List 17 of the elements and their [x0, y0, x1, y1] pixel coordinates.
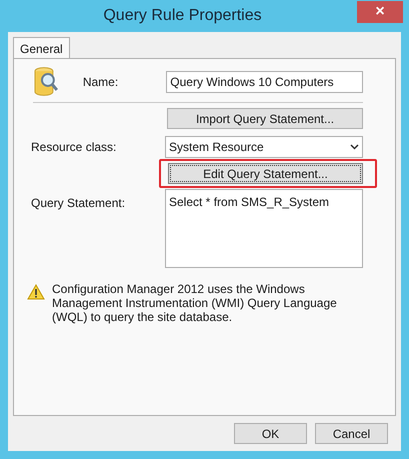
name-label: Name: [82, 74, 120, 91]
close-button[interactable]: × [357, 1, 403, 23]
chevron-down-icon [350, 144, 359, 150]
tab[interactable]: General [13, 37, 70, 59]
resource-class-dropdown[interactable]: System Resource [165, 136, 363, 158]
info-message: Configuration Manager 2012 uses the Windows Management Instrumentation (WMI) Query Language (WQL) to query the site database. [52, 282, 338, 324]
warning-icon [27, 284, 45, 300]
resource-class-label: Resource class: [31, 139, 118, 156]
database-search-icon [33, 66, 59, 98]
query-statement-box[interactable]: Select * from SMS_R_System [165, 189, 363, 268]
window-title: Query Rule Properties [102, 6, 263, 26]
name-field[interactable]: Query Windows 10 Computers [166, 71, 363, 93]
cancel-button[interactable]: Cancel [315, 423, 388, 444]
import-button[interactable]: Import Query Statement... [167, 108, 363, 129]
ok-button[interactable]: OK [234, 423, 307, 444]
query-statement-label: Query Statement: [31, 195, 126, 212]
edit-query-button[interactable]: Edit Query Statement... [168, 163, 363, 184]
